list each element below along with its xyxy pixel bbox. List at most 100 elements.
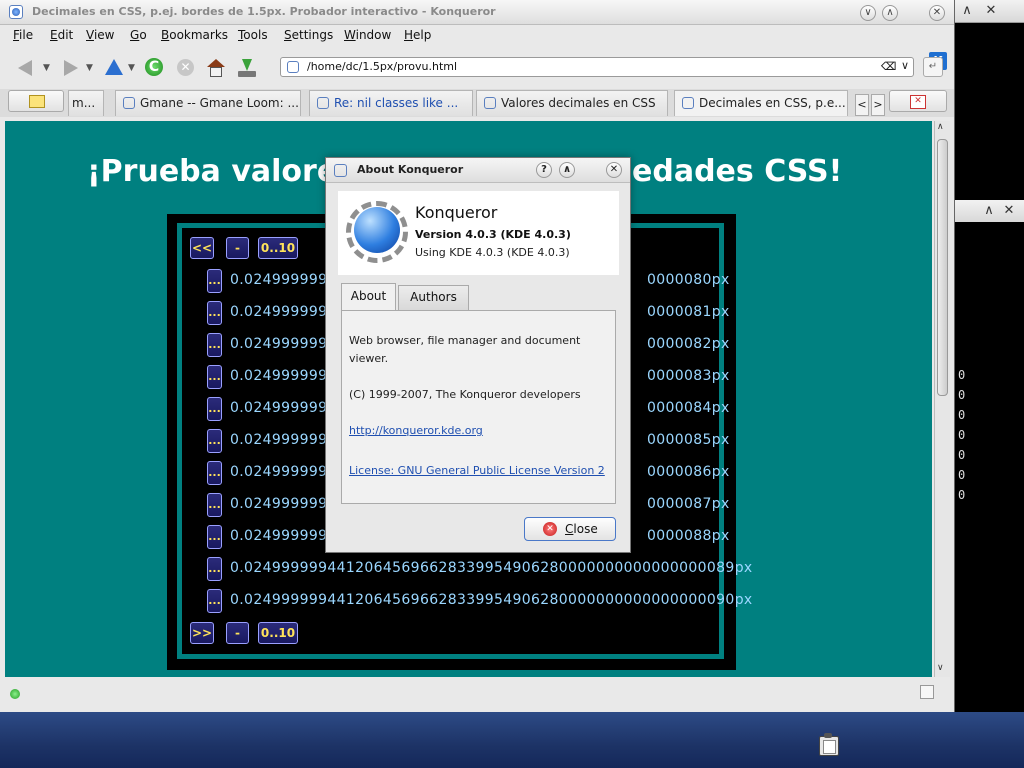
tab-scroll-left-button[interactable]: <	[855, 94, 869, 116]
tab-1[interactable]: m...	[68, 90, 104, 116]
menu-help[interactable]: Help	[404, 28, 431, 42]
terminal-text: 0	[958, 408, 966, 422]
dialog-header: Konqueror Version 4.0.3 (KDE 4.0.3) Usin…	[338, 191, 619, 275]
value-row-tail: 0000088px	[647, 528, 730, 544]
home-icon[interactable]	[204, 57, 228, 79]
stop-icon[interactable]: ✕	[174, 57, 198, 79]
tab-favicon-icon	[682, 97, 694, 109]
terminal-text: 0	[958, 428, 966, 442]
background-window-close-icon[interactable]: ✕	[984, 4, 998, 18]
go-button[interactable]: ↵	[923, 57, 943, 77]
dialog-app-icon[interactable]	[334, 164, 347, 177]
row-options-button[interactable]: ...	[207, 333, 222, 357]
homepage-link[interactable]: http://konqueror.kde.org	[349, 424, 483, 437]
decrement-button[interactable]: -	[226, 237, 249, 259]
row-options-button[interactable]: ...	[207, 493, 222, 517]
location-history-chevron-icon[interactable]: ∨	[901, 59, 909, 72]
range-button-bottom[interactable]: 0..10	[258, 622, 298, 644]
scrollbar-thumb[interactable]	[937, 139, 948, 396]
konqueror-logo-icon	[346, 201, 408, 263]
tab-favicon-icon	[317, 97, 329, 109]
row-options-button[interactable]: ...	[207, 589, 222, 613]
window-title: Decimales en CSS, p.ej. bordes de 1.5px.…	[32, 5, 496, 18]
range-button[interactable]: 0..10	[258, 237, 298, 259]
close-tab-button[interactable]: ✕	[889, 90, 947, 112]
tab-5-active[interactable]: Decimales en CSS, p.e...	[674, 90, 848, 116]
value-row-tail: 0000084px	[647, 400, 730, 416]
row-options-button[interactable]: ...	[207, 429, 222, 453]
tab-3[interactable]: Re: nil classes like ...	[309, 90, 473, 116]
terminal-text: 0	[958, 448, 966, 462]
close-button-label: Close	[565, 522, 598, 536]
terminal-text: 0	[958, 388, 966, 402]
clipboard-tray-icon[interactable]	[816, 733, 840, 756]
next-page-button[interactable]: >>	[190, 622, 214, 644]
scroll-down-chevron-icon[interactable]: ∨	[937, 663, 944, 673]
row-options-button[interactable]: ...	[207, 461, 222, 485]
prev-page-button[interactable]: <<	[190, 237, 214, 259]
menu-settings[interactable]: Settings	[284, 28, 333, 42]
row-options-button[interactable]: ...	[207, 525, 222, 549]
value-row-tail: 0000086px	[647, 464, 730, 480]
menu-bookmarks[interactable]: Bookmarks	[161, 28, 228, 42]
back-history-chevron-icon[interactable]: ▼	[43, 63, 50, 73]
row-options-button[interactable]: ...	[207, 397, 222, 421]
background-window-close-icon-2[interactable]: ✕	[1002, 204, 1016, 218]
konqueror-app-icon[interactable]	[9, 5, 23, 19]
forward-icon[interactable]	[58, 57, 82, 79]
background-window-shade-icon[interactable]: ∧	[960, 4, 974, 18]
menu-edit[interactable]: Edit	[50, 28, 73, 42]
status-bar	[0, 679, 954, 709]
status-resize-grip[interactable]	[920, 685, 934, 699]
background-window-titlebar-2[interactable]: ∧ ✕	[954, 200, 1024, 223]
kde-version: Using KDE 4.0.3 (KDE 4.0.3)	[415, 246, 570, 259]
close-window-button[interactable]: ✕	[929, 5, 945, 21]
close-button[interactable]: ✕ Close	[524, 517, 616, 541]
background-window-shade-icon-2[interactable]: ∧	[982, 204, 996, 218]
scroll-up-chevron-icon[interactable]: ∧	[937, 122, 944, 132]
copyright-text: (C) 1999-2007, The Konqueror developers	[349, 388, 581, 401]
background-window[interactable]: ∧ ✕ ∧ ✕ 0 0 0 0 0 0 0	[954, 0, 1024, 712]
dialog-titlebar[interactable]: About Konqueror ? ∧ ✕	[326, 158, 630, 183]
tab-about[interactable]: About	[341, 283, 396, 310]
location-bar[interactable]: /home/dc/1.5px/provu.html ⌫ ∨	[280, 57, 914, 77]
background-window-titlebar[interactable]: ∧ ✕	[954, 0, 1024, 23]
row-options-button[interactable]: ...	[207, 301, 222, 325]
app-version: Version 4.0.3 (KDE 4.0.3)	[415, 228, 571, 241]
license-link[interactable]: License: GNU General Public License Vers…	[349, 464, 605, 477]
menu-view[interactable]: View	[86, 28, 114, 42]
menu-go[interactable]: Go	[130, 28, 147, 42]
row-options-button[interactable]: ...	[207, 269, 222, 293]
dialog-close-icon[interactable]: ✕	[606, 162, 622, 178]
tab-scroll-right-button[interactable]: >	[871, 94, 885, 116]
clear-location-icon[interactable]: ⌫	[881, 60, 897, 73]
up-history-chevron-icon[interactable]: ▼	[128, 63, 135, 73]
window-titlebar[interactable]: Decimales en CSS, p.ej. bordes de 1.5px.…	[0, 0, 954, 25]
menu-window[interactable]: Window	[344, 28, 391, 42]
reload-icon[interactable]: C	[143, 57, 167, 79]
dialog-help-button[interactable]: ?	[536, 162, 552, 178]
folder-icon	[29, 95, 45, 108]
row-options-button[interactable]: ...	[207, 365, 222, 389]
decrement-button-bottom[interactable]: -	[226, 622, 249, 644]
tab-4[interactable]: Valores decimales en CSS	[476, 90, 668, 116]
menu-tools[interactable]: Tools	[238, 28, 268, 42]
tab-2[interactable]: Gmane -- Gmane Loom: ...	[115, 90, 301, 116]
forward-history-chevron-icon[interactable]: ▼	[86, 63, 93, 73]
value-row-tail: 0000080px	[647, 272, 730, 288]
vertical-scrollbar[interactable]: ∧ ∨	[934, 121, 950, 677]
maximize-button[interactable]: ∧	[882, 5, 898, 21]
back-icon[interactable]	[16, 57, 40, 79]
up-icon[interactable]	[102, 57, 126, 79]
url-input[interactable]: /home/dc/1.5px/provu.html	[307, 60, 457, 73]
minimize-button[interactable]: ∨	[860, 5, 876, 21]
menu-file[interactable]: File	[13, 28, 33, 42]
dialog-title: About Konqueror	[357, 163, 464, 176]
download-icon[interactable]	[235, 57, 259, 79]
tab-label: Re: nil classes like ...	[334, 96, 459, 110]
new-tab-button[interactable]	[8, 90, 64, 112]
tab-authors[interactable]: Authors	[398, 285, 469, 310]
row-options-button[interactable]: ...	[207, 557, 222, 581]
value-row-tail: 0000083px	[647, 368, 730, 384]
dialog-shade-button[interactable]: ∧	[559, 162, 575, 178]
